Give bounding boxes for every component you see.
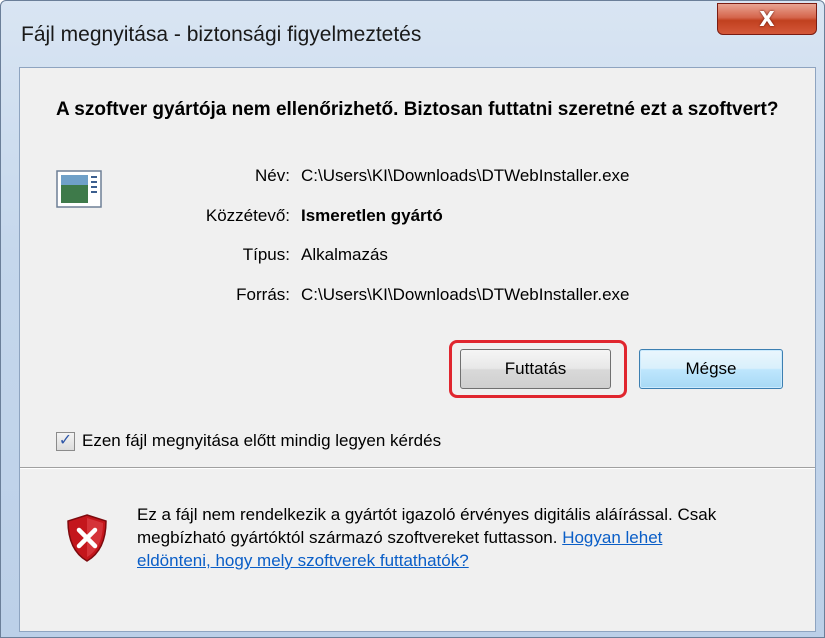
warning-footer: Ez a fájl nem rendelkezik a gyártót igaz… — [20, 469, 815, 631]
dialog-window: Fájl megnyitása - biztonsági figyelmezte… — [0, 0, 825, 638]
property-value: Alkalmazás — [301, 245, 388, 264]
property-row-name: Név: C:\Users\KI\Downloads\DTWebInstalle… — [20, 166, 815, 190]
property-label: Típus: — [242, 245, 290, 264]
warning-text: Ez a fájl nem rendelkezik a gyártót igaz… — [137, 503, 737, 572]
property-value: Ismeretlen gyártó — [301, 206, 443, 225]
property-value: C:\Users\KI\Downloads\DTWebInstaller.exe — [301, 285, 630, 304]
cancel-button[interactable]: Mégse — [639, 349, 783, 389]
property-label: Forrás: — [236, 285, 290, 304]
property-row-type: Típus: Alkalmazás — [20, 245, 815, 269]
always-ask-label[interactable]: Ezen fájl megnyitása előtt mindig legyen… — [82, 431, 441, 451]
security-shield-icon — [67, 514, 107, 562]
property-row-source: Forrás: C:\Users\KI\Downloads\DTWebInsta… — [20, 285, 815, 309]
property-label: Név: — [255, 166, 290, 185]
always-ask-checkbox[interactable]: ✓ — [56, 431, 75, 451]
close-button[interactable]: X — [717, 3, 817, 35]
property-label: Közzétevő: — [205, 206, 290, 225]
property-row-publisher: Közzétevő: Ismeretlen gyártó — [20, 206, 815, 230]
property-value: C:\Users\KI\Downloads\DTWebInstaller.exe — [301, 166, 630, 185]
run-button[interactable]: Futtatás — [460, 349, 611, 389]
checkmark-icon: ✓ — [58, 432, 73, 449]
warning-heading: A szoftver gyártója nem ellenőrizhető. B… — [56, 99, 779, 120]
always-ask-option[interactable]: ✓ Ezen fájl megnyitása előtt mindig legy… — [56, 428, 441, 454]
dialog-content: A szoftver gyártója nem ellenőrizhető. B… — [19, 67, 816, 632]
title-bar[interactable]: Fájl megnyitása - biztonsági figyelmezte… — [1, 1, 825, 67]
close-icon: X — [759, 7, 775, 31]
window-title: Fájl megnyitása - biztonsági figyelmezte… — [21, 23, 422, 46]
